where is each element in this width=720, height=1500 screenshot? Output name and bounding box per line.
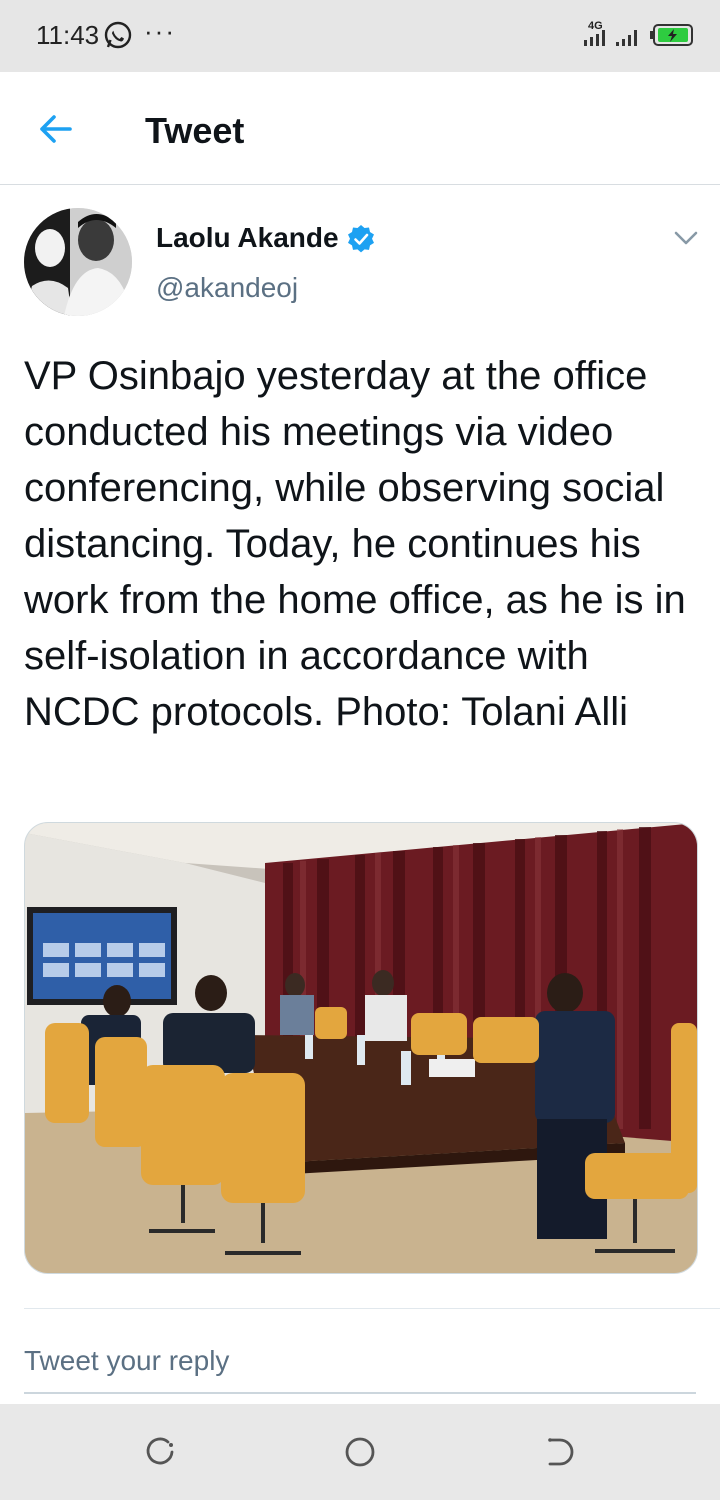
back-icon[interactable] — [542, 1434, 578, 1470]
system-nav-bar — [0, 1404, 720, 1500]
avatar-image — [24, 208, 132, 316]
tweet-photo[interactable] — [24, 822, 698, 1274]
signal-icon — [616, 30, 637, 46]
avatar[interactable] — [24, 208, 132, 316]
page-title: Tweet — [145, 110, 245, 151]
tweet-text: VP Osinbajo yesterday at the office cond… — [24, 354, 686, 734]
recent-apps-icon[interactable] — [142, 1434, 178, 1470]
whatsapp-icon — [104, 21, 132, 49]
battery-charging-icon — [650, 24, 693, 46]
status-bar: 11:43 ··· 4G — [0, 0, 720, 72]
chevron-down-icon[interactable] — [672, 228, 700, 248]
more-notifications-indicator: ··· — [144, 16, 176, 46]
arrow-left-icon[interactable] — [30, 109, 82, 149]
status-time: 11:43 — [36, 20, 100, 50]
home-icon[interactable] — [342, 1434, 378, 1470]
divider — [24, 1308, 720, 1309]
app-header: Tweet — [0, 72, 720, 185]
verified-badge-icon — [348, 225, 374, 253]
author-name[interactable]: Laolu Akande — [156, 222, 339, 254]
reply-input[interactable] — [24, 1330, 696, 1394]
author-handle[interactable]: @akandeoj — [156, 272, 298, 304]
meeting-room-photo — [25, 823, 697, 1273]
signal-icon — [584, 30, 605, 46]
